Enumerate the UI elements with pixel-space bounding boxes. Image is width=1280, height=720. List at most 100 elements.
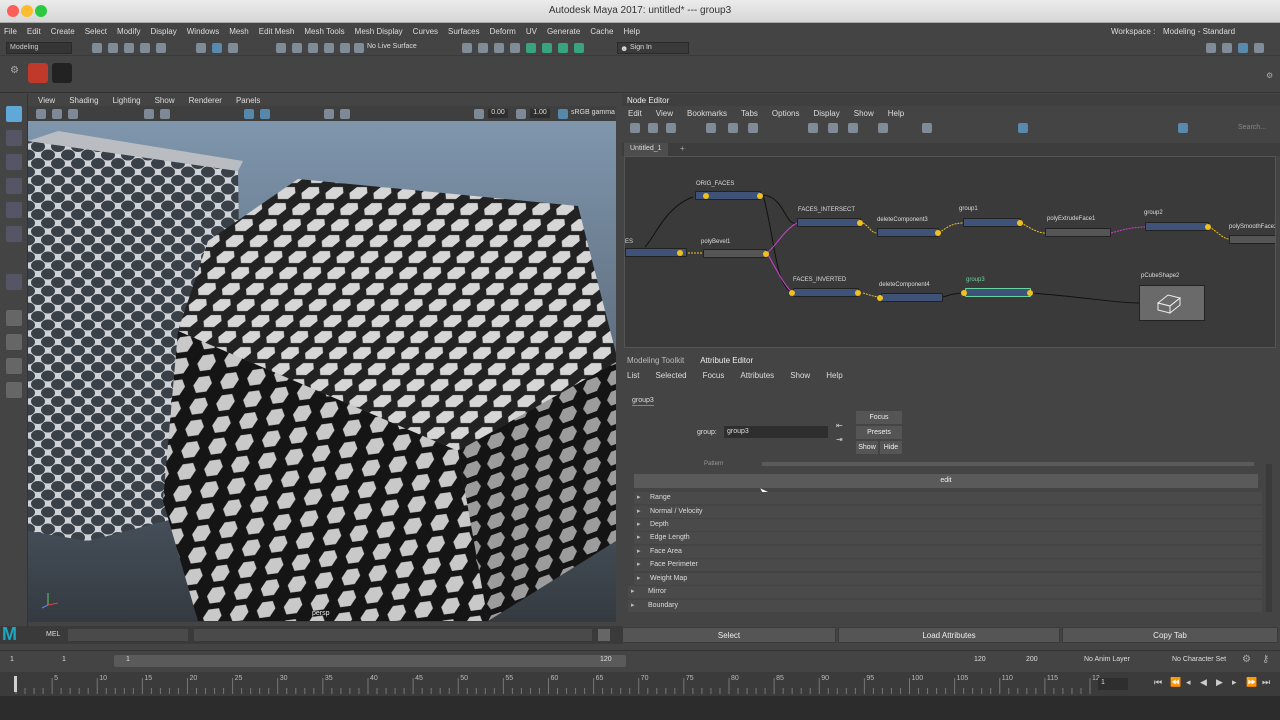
sign-in-button[interactable]: ☻ Sign In	[617, 42, 689, 54]
redo-icon[interactable]	[156, 43, 166, 53]
node-deletecomponent3[interactable]	[877, 228, 939, 237]
node-graph[interactable]: ORIG_FACES FACES_INTERSECT deleteCompone…	[624, 156, 1276, 348]
node-group2[interactable]	[1145, 222, 1209, 231]
pattern-field[interactable]	[762, 462, 1254, 466]
ne-search-icon[interactable]	[878, 123, 888, 133]
lasso-tool-icon[interactable]	[6, 130, 22, 146]
exposure-field[interactable]: 0.00	[488, 109, 508, 118]
playback-start-field[interactable]: 1	[62, 656, 66, 663]
script-editor-icon[interactable]	[598, 629, 610, 641]
select-button[interactable]: Select	[622, 627, 836, 643]
port-fi-out[interactable]	[857, 220, 863, 226]
ae-scrollbar[interactable]	[1266, 464, 1272, 612]
ne-grid-icon[interactable]	[1018, 123, 1028, 133]
camera-attributes-icon[interactable]	[68, 109, 78, 119]
wireframe-icon[interactable]	[244, 109, 254, 119]
ae-menu-list[interactable]: List	[627, 371, 639, 380]
playback-end-field[interactable]: 120	[974, 656, 986, 663]
anim-start-field[interactable]: 1	[10, 656, 14, 663]
ipr-render-icon[interactable]	[494, 43, 504, 53]
live-surface-icon[interactable]	[354, 43, 364, 53]
shelf-tool-icon-1[interactable]	[28, 63, 48, 83]
port-finv-out[interactable]	[855, 290, 861, 296]
toggle-panels-icon[interactable]	[574, 43, 584, 53]
menu-help[interactable]: Help	[623, 27, 639, 36]
menu-surfaces[interactable]: Surfaces	[448, 27, 480, 36]
menu-edit-mesh[interactable]: Edit Mesh	[259, 27, 295, 36]
menu-file[interactable]: File	[4, 27, 17, 36]
outliner-icon[interactable]	[6, 382, 22, 398]
workspace-select[interactable]: Modeling - Standard	[1163, 27, 1235, 36]
node-polyextrudeface1[interactable]	[1045, 228, 1111, 237]
section-face-area[interactable]: Face Area	[634, 546, 1262, 558]
section-boundary[interactable]: Boundary	[628, 600, 1262, 612]
ae-menu-selected[interactable]: Selected	[655, 371, 686, 380]
node-polysmoothface2[interactable]	[1229, 235, 1275, 244]
menu-mesh-display[interactable]: Mesh Display	[355, 27, 403, 36]
anim-end-field[interactable]: 200	[1026, 656, 1038, 663]
node-deletecomponent4[interactable]	[881, 293, 943, 302]
menu-select[interactable]: Select	[85, 27, 107, 36]
menu-mesh-tools[interactable]: Mesh Tools	[304, 27, 344, 36]
select-hierarchy-icon[interactable]	[196, 43, 206, 53]
character-set-select[interactable]: No Character Set	[1172, 656, 1226, 663]
ne-connected-mode-icon[interactable]	[828, 123, 838, 133]
current-time-marker[interactable]	[14, 676, 17, 692]
viewport-menu-show[interactable]: Show	[155, 96, 175, 105]
undo-icon[interactable]	[140, 43, 150, 53]
show-button[interactable]: Show	[856, 441, 878, 454]
section-depth[interactable]: Depth	[634, 519, 1262, 531]
port-orig-out[interactable]	[757, 193, 763, 199]
ne-graph-io-icon[interactable]	[648, 123, 658, 133]
viewport-menu-renderer[interactable]: Renderer	[189, 96, 222, 105]
presets-button[interactable]: Presets	[856, 426, 902, 439]
ne-menu-options[interactable]: Options	[772, 109, 800, 118]
anim-layer-select[interactable]: No Anim Layer	[1084, 656, 1130, 663]
ne-menu-show[interactable]: Show	[854, 109, 874, 118]
new-scene-icon[interactable]	[92, 43, 102, 53]
input-connections-icon[interactable]: ⇤	[836, 421, 843, 430]
layout-icon-3[interactable]	[1238, 43, 1248, 53]
command-input[interactable]	[68, 629, 188, 641]
colorspace-select[interactable]: sRGB gamma	[571, 109, 615, 116]
tab-modeling-toolkit[interactable]: Modeling Toolkit	[627, 356, 684, 365]
snap-point-icon[interactable]	[308, 43, 318, 53]
menu-modify[interactable]: Modify	[117, 27, 141, 36]
port-g3-in[interactable]	[961, 290, 967, 296]
node-pcubeshape2[interactable]	[1139, 285, 1205, 321]
shelf-settings-icon[interactable]: ⚙	[1266, 71, 1273, 80]
ae-menu-help[interactable]: Help	[826, 371, 842, 380]
go-to-end-icon[interactable]: ⏭	[1262, 677, 1270, 688]
select-tool-icon[interactable]	[6, 106, 22, 122]
node-faces-intersect[interactable]	[797, 218, 861, 227]
node-group3-selected[interactable]	[965, 288, 1031, 297]
port-bevel-out[interactable]	[763, 251, 769, 257]
exposure-icon[interactable]	[474, 109, 484, 119]
menu-set-select[interactable]: Modeling	[6, 42, 72, 54]
edit-button[interactable]: edit	[634, 474, 1258, 488]
perspective-viewport[interactable]: persp	[28, 121, 616, 622]
section-weight-map[interactable]: Weight Map	[634, 573, 1262, 585]
camera-select-icon[interactable]	[36, 109, 46, 119]
scale-tool-icon[interactable]	[6, 226, 22, 242]
layout-icon-2[interactable]	[1222, 43, 1232, 53]
ae-menu-attributes[interactable]: Attributes	[740, 371, 774, 380]
port-orig-in[interactable]	[703, 193, 709, 199]
live-surface-label[interactable]: No Live Surface	[367, 43, 417, 50]
shelf-gear-icon[interactable]: ⚙	[10, 65, 19, 76]
play-backwards-icon[interactable]: ◀	[1200, 677, 1207, 688]
port-es-out[interactable]	[677, 250, 683, 256]
snap-curve-icon[interactable]	[292, 43, 302, 53]
render-current-icon[interactable]	[478, 43, 488, 53]
preferences-icon[interactable]: ⚙	[1242, 654, 1251, 665]
snap-grid-icon[interactable]	[276, 43, 286, 53]
section-normal-velocity[interactable]: Normal / Velocity	[634, 506, 1262, 518]
section-edge-length[interactable]: Edge Length	[634, 532, 1262, 544]
viewport-menu-panels[interactable]: Panels	[236, 96, 260, 105]
ne-menu-bookmarks[interactable]: Bookmarks	[687, 109, 727, 118]
step-forward-frame-icon[interactable]: ▸	[1232, 677, 1237, 688]
port-g3-out[interactable]	[1027, 290, 1033, 296]
port-dc4-in[interactable]	[877, 295, 883, 301]
viewport-menu-view[interactable]: View	[38, 96, 55, 105]
save-scene-icon[interactable]	[124, 43, 134, 53]
